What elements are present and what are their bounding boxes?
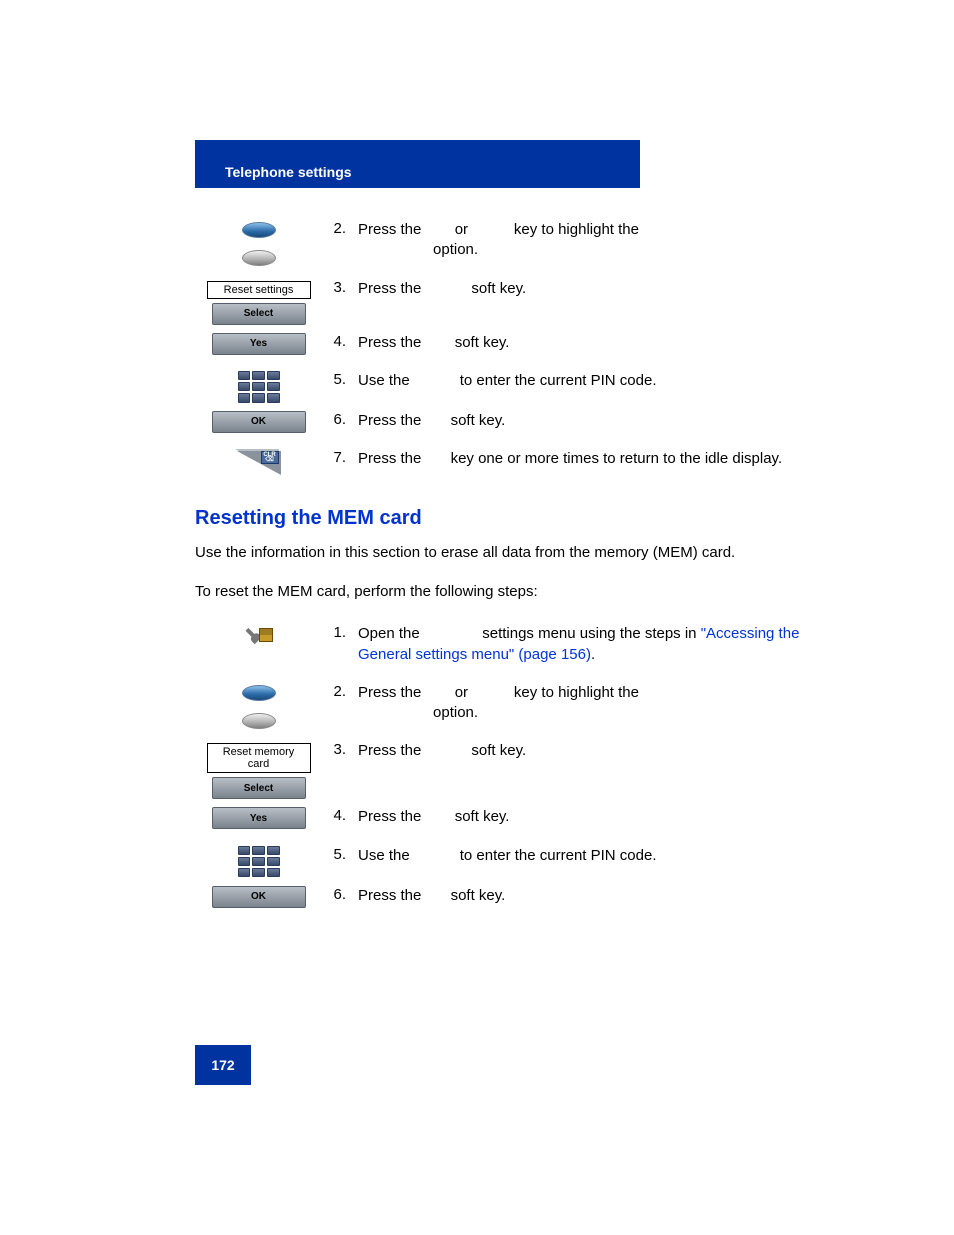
step-text: Press the soft key. (350, 803, 824, 841)
step-number: 2. (322, 679, 350, 738)
body-paragraph: To reset the MEM card, perform the follo… (195, 581, 824, 602)
settings-tool-icon (245, 624, 273, 646)
dialpad-icon (238, 846, 280, 878)
ok-softkey-icon-cell: OK (195, 407, 322, 445)
step-text: Press the soft key. (350, 329, 824, 367)
dialpad-icon-cell (195, 842, 322, 882)
step-number: 7. (322, 445, 350, 483)
menu-label: Reset settings (207, 281, 311, 299)
down-key-icon (242, 250, 276, 266)
step-row: 5. Use the to enter the current PIN code… (195, 842, 824, 882)
yes-softkey-icon-cell: Yes (195, 329, 322, 367)
step-number: 6. (322, 882, 350, 920)
step-row: Yes 4. Press the soft key. (195, 329, 824, 367)
section-heading: Resetting the MEM card (195, 507, 824, 530)
select-softkey-icon: Select (212, 303, 306, 325)
step-text: Press the key one or more times to retur… (350, 445, 824, 483)
step-number: 6. (322, 407, 350, 445)
header-title: Telephone settings (225, 164, 352, 180)
step-number: 4. (322, 329, 350, 367)
select-softkey-icon: Select (212, 777, 306, 799)
up-key-icon (242, 685, 276, 701)
section2-steps: 1. Open the settings menu using the step… (195, 620, 824, 920)
section1-steps: 2. Press the or key to highlight the opt… (195, 216, 824, 483)
step-text: Press the soft key. (350, 407, 824, 445)
step-number: 1. (322, 620, 350, 679)
step-row: 2. Press the or key to highlight the opt… (195, 216, 824, 275)
ok-softkey-icon: OK (212, 411, 306, 433)
step-text: Press the or key to highlight the option… (350, 216, 824, 275)
step-number: 2. (322, 216, 350, 275)
step-text: Press the soft key. (350, 737, 824, 803)
step-number: 5. (322, 842, 350, 882)
step-row: Yes 4. Press the soft key. (195, 803, 824, 841)
body-paragraph: Use the information in this section to e… (195, 542, 824, 563)
reset-settings-icon: Reset settings Select (195, 275, 322, 329)
dialpad-icon (238, 371, 280, 403)
step-number: 3. (322, 737, 350, 803)
step-number: 4. (322, 803, 350, 841)
step-text: Use the to enter the current PIN code. (350, 842, 824, 882)
reset-memcard-icon: Reset memory card Select (195, 737, 322, 803)
step-text: Press the soft key. (350, 275, 824, 329)
step-row: Reset settings Select 3. Press the soft … (195, 275, 824, 329)
yes-softkey-icon: Yes (212, 807, 306, 829)
up-key-icon (242, 222, 276, 238)
step-text: Use the to enter the current PIN code. (350, 367, 824, 407)
step-row: CLR⌫ 7. Press the key one or more times … (195, 445, 824, 483)
step-row: OK 6. Press the soft key. (195, 407, 824, 445)
down-key-icon (242, 713, 276, 729)
yes-softkey-icon: Yes (212, 333, 306, 355)
page-number: 172 (195, 1045, 251, 1085)
menu-label: Reset memory card (207, 743, 311, 773)
clr-key-icon-cell: CLR⌫ (195, 445, 322, 483)
step-row: 5. Use the to enter the current PIN code… (195, 367, 824, 407)
page: Telephone settings 2. Press the or key t… (0, 0, 954, 1235)
step-number: 5. (322, 367, 350, 407)
nav-up-down-icon (195, 216, 322, 275)
step-number: 3. (322, 275, 350, 329)
clr-key-icon: CLR⌫ (235, 449, 283, 477)
yes-softkey-icon-cell: Yes (195, 803, 322, 841)
ok-softkey-icon: OK (212, 886, 306, 908)
step-row: OK 6. Press the soft key. (195, 882, 824, 920)
tool-icon-cell (195, 620, 322, 679)
step-text: Press the soft key. (350, 882, 824, 920)
dialpad-icon-cell (195, 367, 322, 407)
ok-softkey-icon-cell: OK (195, 882, 322, 920)
step-text: Open the settings menu using the steps i… (350, 620, 824, 679)
header-bar: Telephone settings (195, 140, 640, 188)
step-row: 1. Open the settings menu using the step… (195, 620, 824, 679)
nav-up-down-icon (195, 679, 322, 738)
step-row: Reset memory card Select 3. Press the so… (195, 737, 824, 803)
step-text: Press the or key to highlight the option… (350, 679, 824, 738)
step-row: 2. Press the or key to highlight the opt… (195, 679, 824, 738)
